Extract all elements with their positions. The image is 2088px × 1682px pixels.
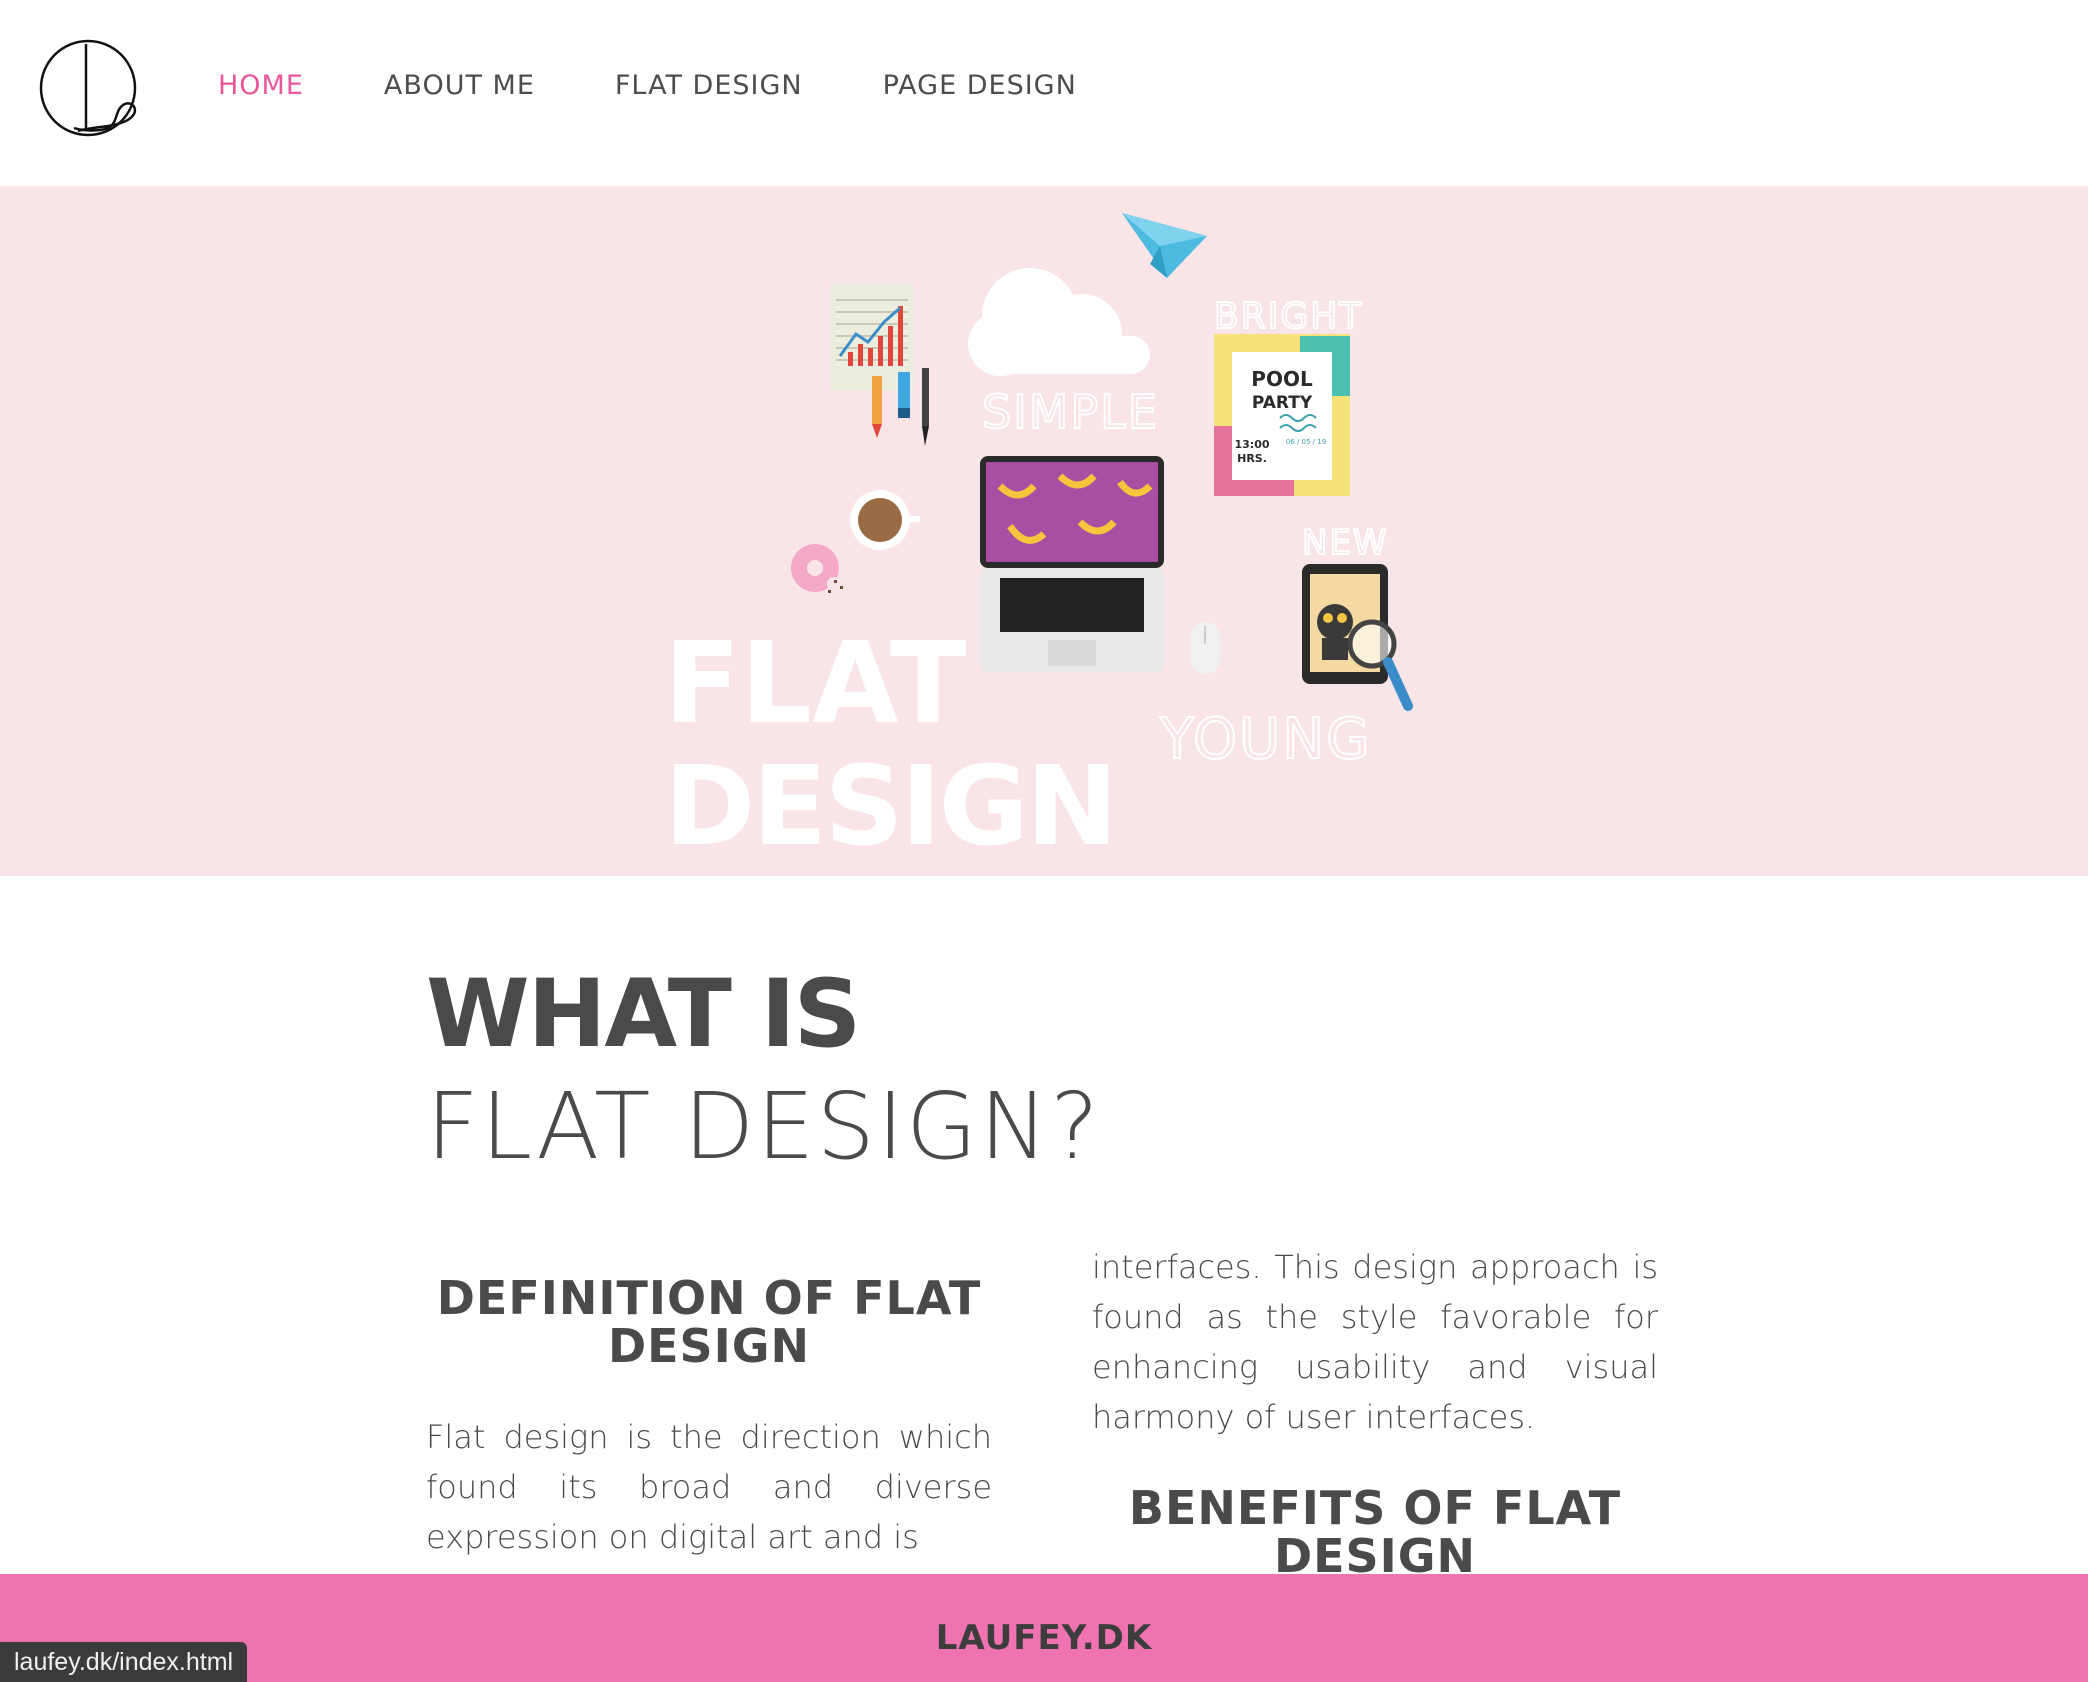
laptop-icon [980,456,1164,672]
definition-text-continued: interfaces. This design approach is foun… [1092,1248,1658,1436]
hero-title-line1: FLAT [664,619,966,749]
poster-time: 13:00 [1234,438,1269,451]
pencils-icon [872,368,929,446]
definition-column: DEFINITION OF FLAT DESIGN Flat design is… [426,1274,992,1562]
hero-banner: POOL PARTY 13:00 HRS. 06 / 05 / 19 SIMPL… [0,186,2088,876]
nav-item-flat-design[interactable]: FLAT DESIGN [615,66,803,106]
mouse-icon [1190,622,1220,674]
definition-text: Flat design is the direction which found… [426,1418,992,1556]
pool-party-poster: POOL PARTY 13:00 HRS. 06 / 05 / 19 [1214,334,1350,496]
word-young: YOUNG [1159,707,1372,772]
cloud-icon [968,268,1150,376]
magnifier-icon [1347,619,1413,711]
poster-hrs: HRS. [1237,452,1267,465]
hero-illustration: POOL PARTY 13:00 HRS. 06 / 05 / 19 SIMPL… [664,213,1413,870]
site-footer: LAUFEY.DK [0,1574,2088,1682]
coffee-cup-icon [850,490,920,550]
footer-brand: LAUFEY.DK [935,1618,1153,1658]
nav-item-page-design[interactable]: PAGE DESIGN [883,66,1077,106]
word-bright: BRIGHT [1214,296,1363,337]
main-content: WHAT IS FLAT DESIGN? DEFINITION OF FLAT … [0,876,2088,1574]
definition-heading: DEFINITION OF FLAT DESIGN [436,1271,982,1373]
nav-item-home[interactable]: HOME [218,66,304,106]
paper-plane-icon [1122,213,1207,278]
donut-icon [791,544,843,593]
page-title-light: FLAT DESIGN? [426,1073,1101,1180]
poster-title-line2: PARTY [1252,393,1313,413]
word-simple: SIMPLE [982,385,1159,439]
poster-title-line1: POOL [1251,367,1313,391]
browser-status-bar: laufey.dk/index.html [0,1642,248,1682]
benefits-heading: BENEFITS OF FLAT DESIGN [1128,1481,1622,1574]
main-nav: HOME ABOUT ME FLAT DESIGN PAGE DESIGN [218,66,1157,106]
site-logo[interactable] [38,38,142,138]
hero-title-line2: DESIGN [664,742,1115,870]
word-new: NEW [1302,523,1389,563]
second-column: interfaces. This design approach is foun… [1092,1242,1658,1574]
poster-date: 06 / 05 / 19 [1286,438,1326,446]
site-header: HOME ABOUT ME FLAT DESIGN PAGE DESIGN [0,0,2088,186]
page-title-bold: WHAT IS [426,960,861,1069]
nav-item-about-me[interactable]: ABOUT ME [384,66,535,106]
